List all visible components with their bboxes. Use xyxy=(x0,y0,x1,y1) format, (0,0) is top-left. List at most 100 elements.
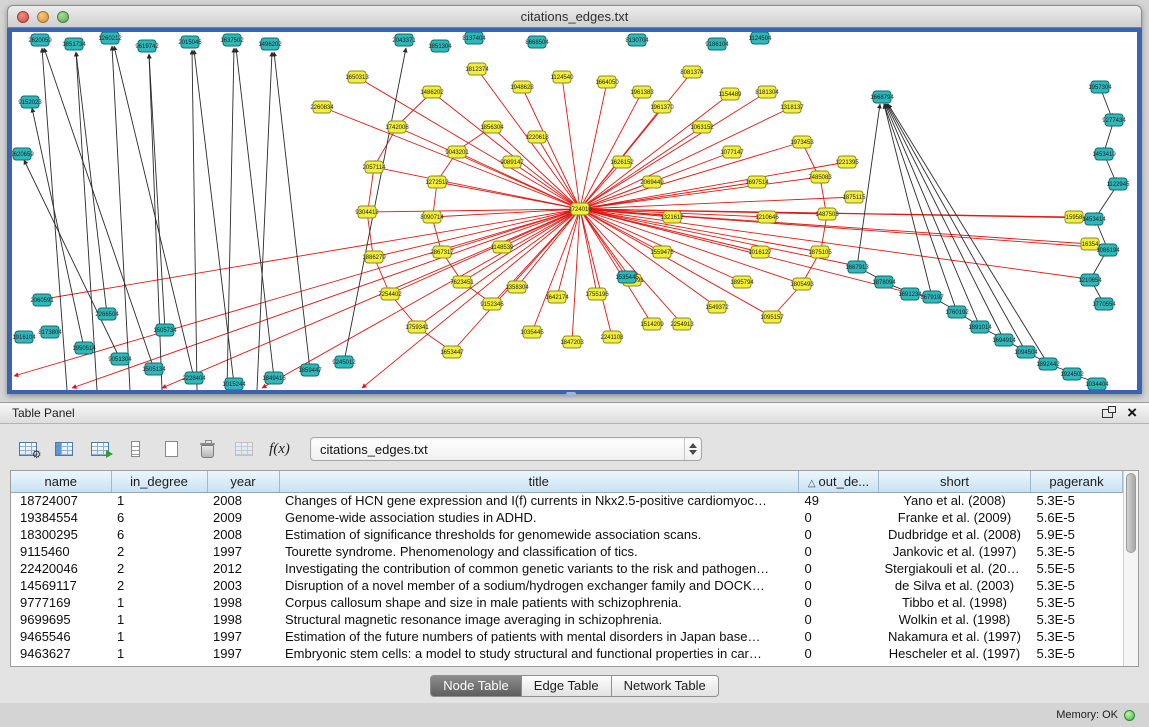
graph-node[interactable]: 1535445 xyxy=(615,271,639,283)
graph-node[interactable]: 8081374 xyxy=(680,66,704,78)
graph-node[interactable]: 1016127 xyxy=(748,246,772,258)
tab-network-table[interactable]: Network Table xyxy=(612,675,719,697)
graph-node[interactable]: 1950514 xyxy=(72,342,96,354)
graph-node[interactable]: 1856304 xyxy=(480,121,504,133)
graph-node[interactable]: 1015244 xyxy=(222,378,246,390)
graph-node[interactable]: 1770554 xyxy=(1092,298,1116,310)
graph-node[interactable]: 1755196 xyxy=(585,288,609,300)
graph-node[interactable]: 1514209 xyxy=(640,318,664,330)
graph-node[interactable]: 2620059 xyxy=(28,34,52,46)
column-header-in-degree[interactable]: in_degree xyxy=(111,471,207,492)
graph-node[interactable]: 2254913 xyxy=(670,318,694,330)
graph-node[interactable]: 1642174 xyxy=(545,291,569,303)
graph-node[interactable]: 9245012 xyxy=(332,356,356,368)
graph-node[interactable]: 8181304 xyxy=(755,86,779,98)
panel-divider-grip[interactable] xyxy=(566,392,576,397)
graph-node[interactable]: 1210646 xyxy=(755,211,779,223)
graph-node[interactable]: 8137404 xyxy=(462,32,486,44)
graph-node[interactable]: 1358304 xyxy=(505,281,529,293)
graph-node[interactable]: 1154489 xyxy=(719,88,743,100)
close-window-button[interactable] xyxy=(17,11,29,23)
table-row[interactable]: 2242004622012Investigating the contribut… xyxy=(11,560,1123,577)
graph-node[interactable]: 1549372 xyxy=(705,301,729,313)
graph-node[interactable]: 1694914 xyxy=(992,334,1016,346)
float-panel-icon[interactable] xyxy=(1102,409,1113,418)
graph-node[interactable]: 1453414 xyxy=(1082,213,1106,225)
graph-node[interactable]: 1505734 xyxy=(153,324,177,336)
graph-node[interactable]: 9619742 xyxy=(135,40,159,52)
graph-node[interactable]: 1697514 xyxy=(745,176,769,188)
graph-node[interactable]: 1859447 xyxy=(298,364,322,376)
network-canvas[interactable]: 1856304904320112725128090714286731776234… xyxy=(12,32,1137,390)
graph-node[interactable]: 1626152 xyxy=(610,156,634,168)
column-header-out-degree[interactable]: △out_de... xyxy=(799,471,879,492)
graph-node[interactable]: 1122945 xyxy=(1107,178,1131,190)
new-table-button[interactable] xyxy=(158,436,185,463)
table-row[interactable]: 946554611997Estimation of the future num… xyxy=(11,628,1123,645)
zoom-window-button[interactable] xyxy=(57,11,69,23)
graph-node[interactable]: 1691234 xyxy=(898,288,922,300)
graph-node[interactable]: 1124504 xyxy=(749,32,773,44)
graph-node[interactable]: 1453419 xyxy=(1092,148,1116,160)
graph-node[interactable]: 15958 xyxy=(1065,211,1083,223)
graph-node[interactable]: 1034404 xyxy=(1085,378,1109,390)
graph-node[interactable]: 1892442 xyxy=(1036,358,1060,370)
graph-node[interactable]: 2015046 xyxy=(178,36,202,48)
graph-node[interactable]: 1742008 xyxy=(385,121,409,133)
graph-node[interactable]: 1886279 xyxy=(362,251,386,263)
graph-node[interactable]: 2069449 xyxy=(640,176,664,188)
tab-node-table[interactable]: Node Table xyxy=(430,675,522,697)
graph-node[interactable]: 9152346 xyxy=(480,298,504,310)
column-header-pagerank[interactable]: pagerank xyxy=(1031,471,1123,492)
table-row[interactable]: 969969511998Structural magnetic resonanc… xyxy=(11,611,1123,628)
graph-node[interactable]: 1961370 xyxy=(650,101,674,113)
graph-node[interactable]: 2620659 xyxy=(12,148,34,160)
graph-node[interactable]: 1496202 xyxy=(258,38,282,50)
graph-node[interactable]: 1318137 xyxy=(780,101,804,113)
graph-node[interactable]: 2060591 xyxy=(30,294,54,306)
graph-node[interactable]: 1486202 xyxy=(420,86,444,98)
graph-node[interactable]: 1875105 xyxy=(808,246,832,258)
table-settings-button[interactable]: ⚙ xyxy=(14,436,41,463)
graph-node[interactable]: 1487503 xyxy=(815,208,839,220)
function-builder-button[interactable]: f(x) xyxy=(266,436,293,463)
graph-node[interactable]: 1891014 xyxy=(968,321,992,333)
graph-node[interactable]: 1805493 xyxy=(790,278,814,290)
graph-node[interactable]: 1653447 xyxy=(440,346,464,358)
graph-node[interactable]: 1961383 xyxy=(630,86,654,98)
graph-node[interactable]: 9277434 xyxy=(1102,114,1126,126)
table-selector-dropdown[interactable]: citations_edges.txt xyxy=(310,437,702,461)
network-view[interactable]: 1856304904320112725128090714286731776234… xyxy=(7,28,1142,394)
rename-table-button[interactable] xyxy=(230,436,257,463)
graph-node[interactable]: 8130704 xyxy=(625,34,649,46)
graph-node[interactable]: 1086194 xyxy=(1096,244,1120,256)
graph-node[interactable]: 1851304 xyxy=(428,40,452,52)
graph-node[interactable]: 1063152 xyxy=(690,121,714,133)
graph-node[interactable]: 1272512 xyxy=(425,176,449,188)
graph-node[interactable]: 1760192 xyxy=(945,306,969,318)
graph-node[interactable]: 1321612 xyxy=(660,211,684,223)
tab-edge-table[interactable]: Edge Table xyxy=(522,675,612,697)
graph-node[interactable]: 1035445 xyxy=(520,326,544,338)
graph-node[interactable]: 1505134 xyxy=(142,363,166,375)
minimize-window-button[interactable] xyxy=(37,11,49,23)
column-visibility-button[interactable] xyxy=(50,436,77,463)
graph-node[interactable]: 2228404 xyxy=(182,372,206,384)
graph-node[interactable]: 1812374 xyxy=(465,63,489,75)
graph-node[interactable]: 8679197 xyxy=(920,291,944,303)
graph-node[interactable]: 1851734 xyxy=(62,38,86,50)
column-header-name[interactable]: name xyxy=(11,471,111,492)
graph-node[interactable]: 8173804 xyxy=(38,326,62,338)
graph-node[interactable]: 1095157 xyxy=(760,311,784,323)
graph-node[interactable]: 2241108 xyxy=(601,331,625,343)
graph-node[interactable]: 2043371 xyxy=(392,34,416,46)
graph-node[interactable]: 1650313 xyxy=(345,71,369,83)
graph-node[interactable]: 1875115 xyxy=(843,191,867,203)
graph-node[interactable]: 1664050 xyxy=(595,76,619,88)
graph-node[interactable]: 1973453 xyxy=(790,136,814,148)
graph-node[interactable]: 1667913 xyxy=(845,261,869,273)
graph-node[interactable]: 1210654 xyxy=(1078,274,1102,286)
table-row[interactable]: 1938455462009Genome-wide association stu… xyxy=(11,509,1123,526)
graph-node[interactable]: 9089147 xyxy=(500,156,524,168)
graph-node[interactable]: 7485083 xyxy=(808,171,832,183)
